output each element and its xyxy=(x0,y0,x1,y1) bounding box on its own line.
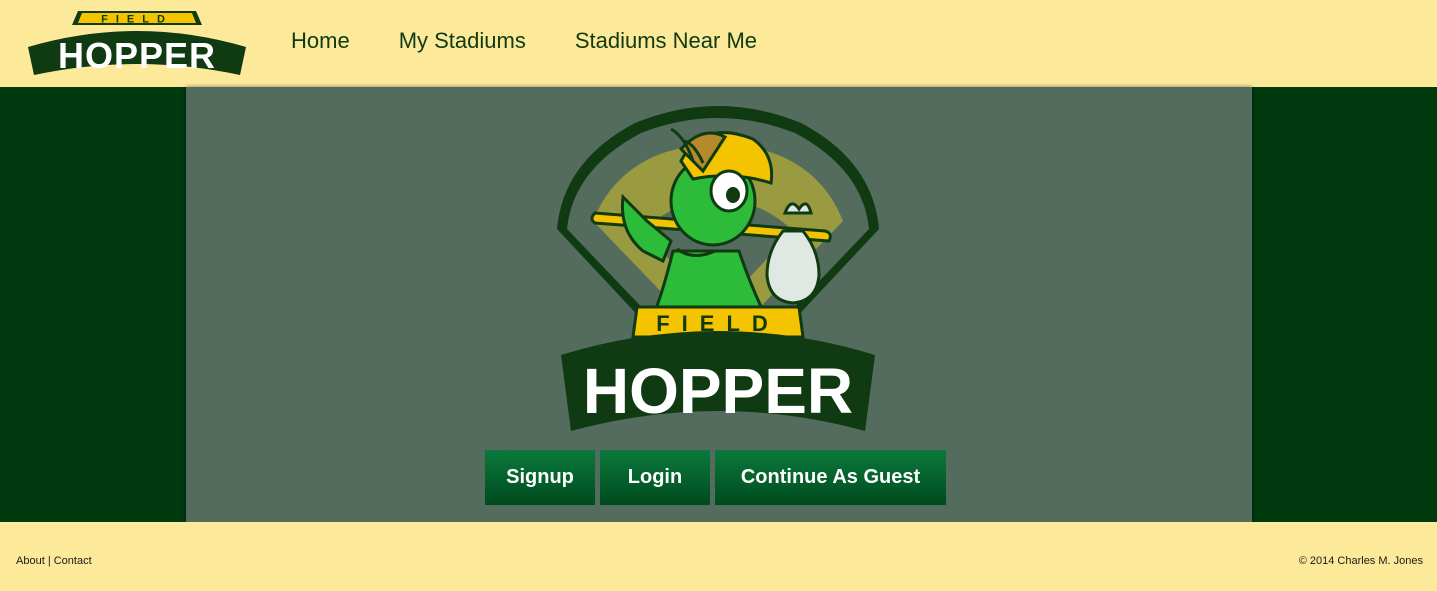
main-area: FIELD HOPPER Signup Login Continue As Gu… xyxy=(0,87,1437,522)
footer-links: About | Contact xyxy=(16,555,92,567)
footer: About | Contact © 2014 Charles M. Jones xyxy=(0,522,1437,591)
field-hopper-mascot-logo: FIELD HOPPER xyxy=(557,106,879,431)
header: FIELD HOPPER Home My Stadiums Stadiums N… xyxy=(0,0,1437,87)
nav-stadiums-near-me[interactable]: Stadiums Near Me xyxy=(575,27,757,55)
auth-buttons: Signup Login Continue As Guest xyxy=(485,450,951,505)
logo-small-field-text: FIELD xyxy=(101,14,173,26)
nav-home[interactable]: Home xyxy=(291,27,350,55)
contact-link[interactable]: Contact xyxy=(54,555,92,567)
login-button[interactable]: Login xyxy=(600,450,710,505)
continue-as-guest-button[interactable]: Continue As Guest xyxy=(715,450,946,505)
hero-panel: FIELD HOPPER Signup Login Continue As Gu… xyxy=(186,87,1252,522)
hero-logo-hopper-text: HOPPER xyxy=(583,355,853,427)
logo-small-hopper-text: HOPPER xyxy=(58,35,216,76)
about-link[interactable]: About xyxy=(16,555,45,567)
field-hopper-logo[interactable]: FIELD HOPPER xyxy=(26,9,248,77)
copyright-text: © 2014 Charles M. Jones xyxy=(1298,555,1423,567)
footer-separator: | xyxy=(47,555,51,567)
nav-my-stadiums[interactable]: My Stadiums xyxy=(399,27,526,55)
main-nav: Home My Stadiums Stadiums Near Me xyxy=(291,27,806,55)
signup-button[interactable]: Signup xyxy=(485,450,595,505)
